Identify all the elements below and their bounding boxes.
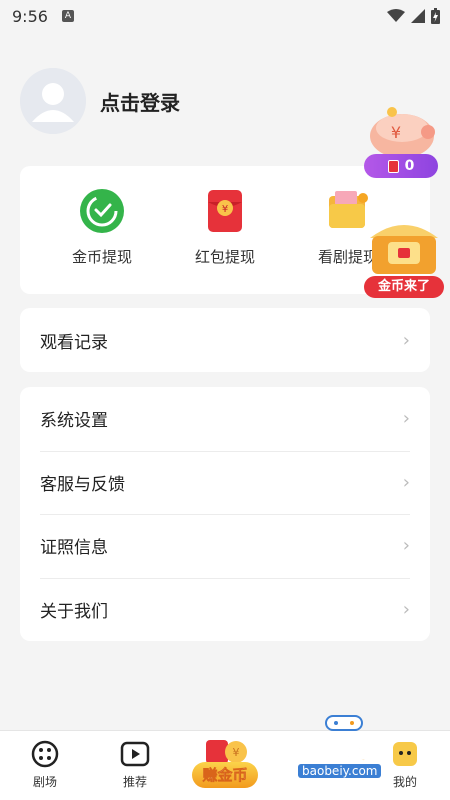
treasure-chest-icon bbox=[370, 225, 438, 274]
default-avatar-icon bbox=[20, 68, 86, 134]
watch-history-row[interactable]: 观看记录 › bbox=[20, 308, 430, 372]
svg-text:¥: ¥ bbox=[222, 204, 228, 215]
chevron-right-icon: › bbox=[402, 329, 410, 351]
coin-chest-label: 金币来了 bbox=[364, 276, 444, 298]
tab-theater-label: 剧场 bbox=[32, 775, 57, 789]
red-packet-withdraw-label: 红包提现 bbox=[194, 248, 255, 266]
piggy-count: 0 bbox=[404, 158, 415, 174]
gamepad-icon bbox=[325, 715, 363, 731]
watch-history-label: 观看记录 bbox=[40, 332, 108, 353]
support-feedback-row[interactable]: 客服与反馈 › bbox=[20, 450, 430, 515]
avatar[interactable] bbox=[20, 68, 86, 134]
signal-icon bbox=[411, 9, 425, 23]
svg-text:¥: ¥ bbox=[233, 746, 240, 759]
theater-icon bbox=[30, 739, 60, 769]
status-bar: 9:56 A bbox=[0, 0, 450, 32]
chevron-right-icon: › bbox=[402, 408, 410, 430]
system-settings-label: 系统设置 bbox=[40, 411, 108, 432]
watermark: 宝贝游戏网 baobeiy.com bbox=[268, 712, 428, 782]
wifi-icon bbox=[387, 9, 405, 22]
profile-header[interactable]: 点击登录 bbox=[20, 66, 180, 136]
piggy-count-pill: 0 bbox=[364, 154, 438, 178]
settings-card: 系统设置 › 客服与反馈 › 证照信息 › 关于我们 › bbox=[20, 387, 430, 641]
watermark-text: 宝贝游戏网 bbox=[275, 740, 392, 766]
coin-withdraw-label: 金币提现 bbox=[71, 248, 132, 266]
piggy-bank-icon: ¥ bbox=[370, 107, 435, 158]
red-envelope-icon bbox=[387, 159, 399, 173]
tab-theater[interactable]: 剧场 bbox=[15, 739, 75, 790]
about-us-label: 关于我们 bbox=[40, 601, 108, 622]
chevron-right-icon: › bbox=[402, 598, 410, 620]
piggy-bank-widget[interactable]: ¥ 0 bbox=[362, 106, 440, 182]
chevron-right-icon: › bbox=[402, 471, 410, 493]
play-icon bbox=[120, 739, 150, 769]
tab-recommend-label: 推荐 bbox=[122, 775, 147, 789]
notification-icon: A bbox=[61, 10, 74, 22]
red-packet-icon: ¥ bbox=[202, 188, 248, 234]
coin-chest-widget[interactable]: 金币来了 bbox=[364, 218, 444, 300]
chevron-right-icon: › bbox=[402, 535, 410, 557]
license-info-row[interactable]: 证照信息 › bbox=[20, 514, 430, 578]
red-packet-withdraw-button[interactable]: ¥ 红包提现 bbox=[165, 188, 285, 267]
about-us-row[interactable]: 关于我们 › bbox=[20, 577, 430, 642]
tab-recommend[interactable]: 推荐 bbox=[105, 739, 165, 790]
coin-withdraw-button[interactable]: 金币提现 bbox=[42, 188, 162, 267]
support-feedback-label: 客服与反馈 bbox=[40, 474, 125, 495]
watermark-url: baobeiy.com bbox=[298, 764, 382, 778]
battery-icon bbox=[431, 8, 440, 24]
login-link[interactable]: 点击登录 bbox=[100, 87, 180, 116]
coin-withdraw-icon bbox=[79, 188, 125, 234]
earn-coins-button[interactable]: ¥ 赚金币 bbox=[192, 736, 258, 788]
system-settings-row[interactable]: 系统设置 › bbox=[20, 387, 430, 451]
history-card: 观看记录 › bbox=[20, 308, 430, 372]
license-info-label: 证照信息 bbox=[40, 538, 108, 559]
earn-coins-label: 赚金币 bbox=[192, 762, 258, 788]
status-time: 9:56 bbox=[12, 6, 48, 26]
svg-text:¥: ¥ bbox=[391, 123, 401, 142]
